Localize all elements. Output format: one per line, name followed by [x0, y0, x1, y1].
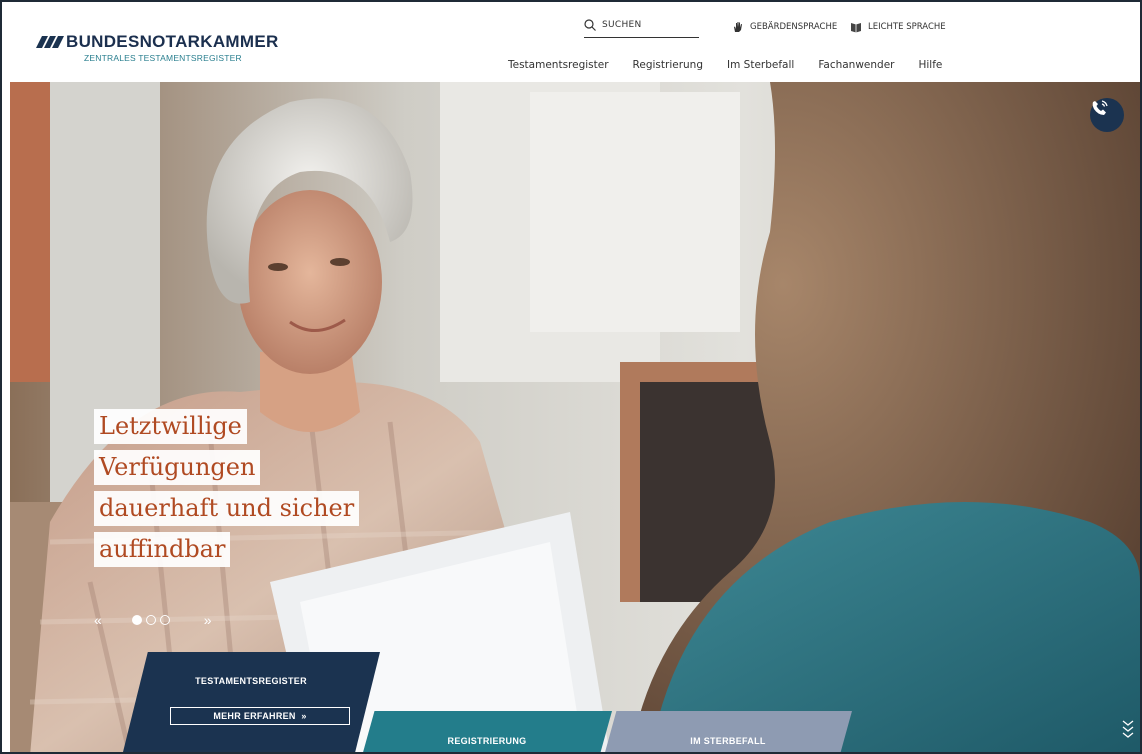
tile-testamentsregister-title: TESTAMENTSREGISTER	[195, 676, 307, 686]
nav-item-testamentsregister[interactable]: Testamentsregister	[508, 59, 609, 71]
tile-im-sterbefall-label: IM STERBEFALL	[690, 736, 766, 746]
call-button[interactable]	[1090, 98, 1124, 132]
learn-more-label: MEHR ERFAHREN	[213, 711, 296, 721]
slider-dot-1[interactable]	[131, 615, 142, 625]
site-header: BUNDESNOTARKAMMER ZENTRALES TESTAMENTSRE…	[2, 2, 1140, 82]
slider-dots	[131, 615, 170, 625]
tile-registrierung[interactable]: REGISTRIERUNG	[362, 711, 612, 752]
search-icon	[584, 19, 596, 31]
browser-frame: BUNDESNOTARKAMMER ZENTRALES TESTAMENTSRE…	[0, 0, 1142, 754]
hero-headline: Letztwillige Verfügungen dauerhaft und s…	[94, 409, 360, 573]
search-field[interactable]: SUCHEN	[584, 16, 699, 38]
headline-line-3: dauerhaft und sicher	[94, 491, 360, 526]
tile-testamentsregister[interactable]: TESTAMENTSREGISTER MEHR ERFAHREN »	[122, 652, 380, 752]
brand-title: BUNDESNOTARKAMMER	[66, 32, 279, 51]
headline-line-1: Letztwillige	[94, 409, 247, 444]
learn-more-button[interactable]: MEHR ERFAHREN »	[170, 707, 350, 725]
sign-language-link[interactable]: GEBÄRDENSPRACHE	[732, 16, 837, 38]
book-icon	[851, 23, 861, 33]
tile-im-sterbefall[interactable]: IM STERBEFALL	[604, 711, 852, 752]
easy-language-link[interactable]: LEICHTE SPRACHE	[850, 16, 946, 38]
slider-controls: « »	[94, 612, 212, 628]
nav-item-fachanwender[interactable]: Fachanwender	[818, 59, 894, 71]
nav-item-registrierung[interactable]: Registrierung	[633, 59, 703, 71]
slider-next-button[interactable]: »	[204, 612, 212, 628]
hand-icon	[734, 22, 742, 32]
phone-icon	[1092, 100, 1108, 115]
tile-registrierung-label: REGISTRIERUNG	[447, 736, 527, 746]
nav-item-hilfe[interactable]: Hilfe	[918, 59, 942, 71]
double-chevron-right-icon: »	[298, 711, 307, 721]
brand-subtitle: ZENTRALES TESTAMENTSREGISTER	[84, 53, 242, 63]
slider-dot-2[interactable]	[145, 615, 156, 625]
slider-prev-button[interactable]: «	[94, 612, 102, 628]
headline-line-4: auffindbar	[94, 532, 231, 567]
nav-item-im-sterbefall[interactable]: Im Sterbefall	[727, 59, 794, 71]
slider-dot-3[interactable]	[159, 615, 170, 625]
main-navigation: Testamentsregister Registrierung Im Ster…	[508, 59, 942, 71]
logo-stripes-icon	[36, 36, 64, 48]
headline-line-2: Verfügungen	[94, 450, 261, 485]
sign-language-label: GEBÄRDENSPRACHE	[750, 22, 838, 32]
search-label: SUCHEN	[602, 20, 642, 30]
hero-banner: Letztwillige Verfügungen dauerhaft und s…	[10, 82, 1140, 752]
easy-language-label: LEICHTE SPRACHE	[868, 22, 946, 32]
